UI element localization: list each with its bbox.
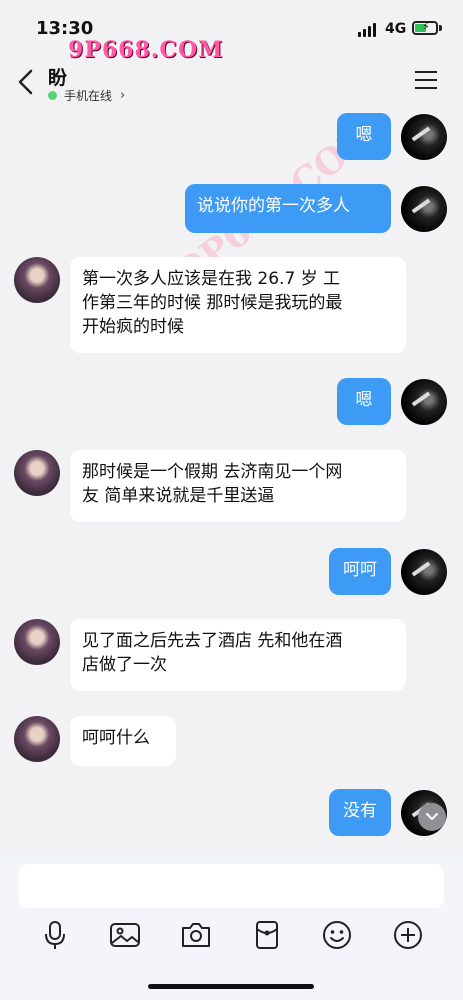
signal-icon — [358, 23, 378, 37]
message-line: 第一次多人应该是在我 26.7 岁 工 — [82, 269, 341, 289]
status-time: 13:30 — [36, 18, 94, 39]
message-input[interactable] — [19, 864, 444, 908]
message-line: 友 简单来说就是千里送逼 — [82, 486, 275, 506]
image-icon[interactable] — [108, 918, 142, 952]
chevron-down-icon — [426, 813, 438, 820]
home-indicator — [148, 984, 314, 989]
battery-icon: ⚡ — [412, 20, 438, 35]
contact-avatar[interactable] — [14, 450, 60, 496]
back-chevron-icon[interactable] — [14, 68, 40, 96]
my-avatar[interactable] — [401, 549, 447, 595]
chevron-right-icon: › — [120, 88, 126, 103]
message-bubble-incoming[interactable]: 见了面之后先去了酒店 先和他在酒 店做了一次 — [70, 619, 406, 691]
input-bar — [0, 856, 463, 1000]
message-bubble-outgoing[interactable]: 嗯 — [337, 113, 391, 160]
message-line: 店做了一次 — [82, 655, 167, 675]
red-packet-icon[interactable] — [250, 918, 284, 952]
contact-avatar[interactable] — [14, 257, 60, 303]
message-line: 作第三年的时候 那时候是我玩的最 — [82, 293, 343, 313]
contact-avatar[interactable] — [14, 716, 60, 762]
message-line: 见了面之后先去了酒店 先和他在酒 — [82, 631, 343, 651]
message-bubble-incoming[interactable]: 第一次多人应该是在我 26.7 岁 工 作第三年的时候 那时候是我玩的最 开始疯… — [70, 257, 406, 353]
plus-icon[interactable] — [391, 918, 425, 952]
message-bubble-outgoing[interactable]: 嗯 — [337, 378, 391, 425]
online-dot-icon — [48, 91, 57, 100]
battery-cap — [439, 25, 442, 31]
my-avatar[interactable] — [401, 186, 447, 232]
contact-avatar[interactable] — [14, 619, 60, 665]
my-avatar[interactable] — [401, 379, 447, 425]
message-line: 开始疯的时候 — [82, 317, 184, 337]
network-type: 4G — [385, 21, 407, 37]
emoji-icon[interactable] — [320, 918, 354, 952]
message-bubble-incoming[interactable]: 那时候是一个假期 去济南见一个网 友 简单来说就是千里送逼 — [70, 450, 406, 522]
my-avatar[interactable] — [401, 114, 447, 160]
camera-icon[interactable] — [179, 918, 213, 952]
online-status[interactable]: 手机在线 › — [48, 87, 125, 104]
message-bubble-incoming[interactable]: 呵呵什么 — [70, 716, 176, 766]
message-bubble-outgoing[interactable]: 说说你的第一次多人 — [185, 184, 391, 233]
message-bubble-outgoing[interactable]: 呵呵 — [329, 548, 391, 595]
message-line: 那时候是一个假期 去济南见一个网 — [82, 462, 343, 482]
message-bubble-outgoing[interactable]: 没有 — [329, 789, 391, 836]
input-toolbar — [0, 918, 463, 958]
menu-icon[interactable] — [415, 71, 437, 89]
contact-name[interactable]: 盼 — [48, 63, 67, 90]
online-status-text: 手机在线 — [64, 89, 113, 103]
microphone-icon[interactable] — [38, 918, 72, 952]
scroll-to-bottom-button[interactable] — [418, 803, 446, 831]
chat-header: 盼 手机在线 › — [0, 56, 463, 108]
